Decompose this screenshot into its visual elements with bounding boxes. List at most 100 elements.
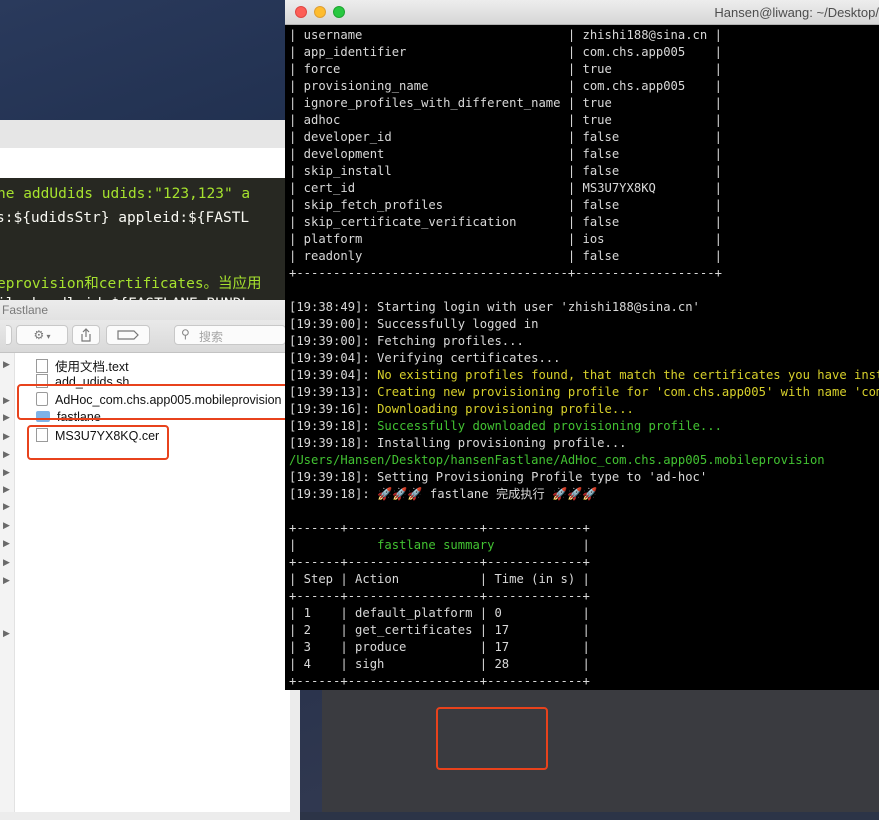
line-text: | force | true | (289, 62, 722, 76)
gear-icon: ⚙ (33, 328, 45, 342)
disclosure-arrow-icon[interactable]: ▶ (3, 431, 10, 442)
maximize-button[interactable] (333, 6, 345, 18)
line-text: /Users/Hansen/Desktop/hansenFastlane/AdH… (289, 453, 825, 467)
terminal-line: [19:39:04]: No existing profiles found, … (289, 367, 879, 384)
terminal-line: | skip_install | false | (289, 163, 722, 180)
disclosure-arrow-icon[interactable]: ▶ (3, 557, 10, 568)
tags-button[interactable] (106, 325, 150, 345)
action-gear-button[interactable]: ⚙ ▾ (16, 325, 68, 345)
disclosure-arrow-icon[interactable]: ▶ (3, 538, 10, 549)
line-text: | skip_fetch_profiles | false | (289, 198, 722, 212)
line-text: +------+------------------+-------------… (289, 521, 590, 535)
disclosure-arrow-icon[interactable]: ▶ (3, 449, 10, 460)
terminal-line: +------+------------------+-------------… (289, 554, 590, 571)
terminal-line: | development | false | (289, 146, 722, 163)
disclosure-arrow-icon[interactable]: ▶ (3, 628, 10, 639)
line-text: Downloading provisioning profile... (377, 402, 634, 416)
line-text: +------+------------------+-------------… (289, 674, 590, 688)
terminal-line: | cert_id | MS3U7YX8KQ | (289, 180, 722, 197)
line-text: | developer_id | false | (289, 130, 722, 144)
line-text: | platform | ios | (289, 232, 722, 246)
disclosure-arrow-icon[interactable]: ▶ (3, 501, 10, 512)
editor-address-bar[interactable] (0, 148, 300, 179)
line-text: [19:39:18]: Setting Provisioning Profile… (289, 470, 708, 484)
finder-sidebar: ▶ ▶ ▶ ▶ ▶ ▶ ▶ ▶ ▶ ▶ ▶ ▶ ▶ (0, 353, 15, 812)
share-icon (81, 328, 91, 342)
line-prefix: | (289, 538, 378, 552)
line-text: +-------------------------------------+-… (289, 266, 722, 280)
disclosure-arrow-icon[interactable]: ▶ (3, 359, 10, 370)
terminal-line: | 3 | produce | 17 | (289, 639, 590, 656)
terminal-line: | app_identifier | com.chs.app005 | (289, 44, 722, 61)
disclosure-arrow-icon[interactable]: ▶ (3, 412, 10, 423)
line-text: [19:39:00]: Fetching profiles... (289, 334, 524, 348)
file-name: 使用文档.text (55, 360, 129, 374)
minimize-button[interactable] (314, 6, 326, 18)
terminal-line: [19:39:13]: Creating new provisioning pr… (289, 384, 879, 401)
terminal-line: | skip_fetch_profiles | false | (289, 197, 722, 214)
terminal-line: | ignore_profiles_with_different_name | … (289, 95, 722, 112)
terminal-line: | force | true | (289, 61, 722, 78)
editor-code-area[interactable]: ne addUdids udids:"123,123" a s:${udidsS… (0, 178, 300, 310)
terminal-line: +------+------------------+-------------… (289, 673, 590, 690)
highlight-box-timestamps (436, 707, 548, 770)
terminal-line: | fastlane summary | (289, 537, 590, 554)
line-text: | readonly | false | (289, 249, 722, 263)
code-line: s:${udidsStr} appleid:${FASTL (0, 210, 250, 226)
terminal-line: [19:39:00]: Fetching profiles... (289, 333, 524, 350)
disclosure-arrow-icon[interactable]: ▶ (3, 467, 10, 478)
close-button[interactable] (295, 6, 307, 18)
finder-titlebar: Fastlane (0, 300, 290, 320)
terminal-line: [19:39:18]: 🚀🚀🚀 fastlane 完成执行 🚀🚀🚀 (289, 486, 598, 503)
disclosure-arrow-icon[interactable]: ▶ (3, 520, 10, 531)
chevron-down-icon: ▾ (44, 332, 51, 341)
terminal-line: [19:39:18]: Installing provisioning prof… (289, 435, 627, 452)
line-text: | 2 | get_certificates | 17 | (289, 623, 590, 637)
line-text: [19:39:18]: 🚀🚀🚀 fastlane 完成执行 🚀🚀🚀 (289, 487, 598, 501)
disclosure-arrow-icon[interactable]: ▶ (3, 395, 10, 406)
disclosure-arrow-icon[interactable]: ▶ (3, 484, 10, 495)
terminal-line: +-------------------------------------+-… (289, 265, 722, 282)
line-text: No existing profiles found, that match t… (377, 368, 879, 382)
terminal-line: +------+------------------+-------------… (289, 520, 590, 537)
line-text: | 3 | produce | 17 | (289, 640, 590, 654)
line-text: | skip_certificate_verification | false … (289, 215, 722, 229)
code-line: ne addUdids udids:"123,123" a (0, 186, 251, 202)
terminal-line: | skip_certificate_verification | false … (289, 214, 722, 231)
line-text: Creating new provisioning profile for 'c… (377, 385, 879, 399)
line-text: | 1 | default_platform | 0 | (289, 606, 590, 620)
search-icon: ⚲ (181, 327, 190, 341)
line-text: | app_identifier | com.chs.app005 | (289, 45, 722, 59)
terminal-line: | 1 | default_platform | 0 | (289, 605, 590, 622)
terminal-line: [19:39:18]: Setting Provisioning Profile… (289, 469, 707, 486)
terminal-window[interactable]: Hansen@liwang: ~/Desktop/ | username | z… (285, 0, 879, 690)
terminal-line: | adhoc | true | (289, 112, 722, 129)
finder-search-field[interactable]: ⚲ 搜索 (174, 325, 286, 345)
line-prefix: [19:39:16]: (289, 402, 378, 416)
line-text: | 4 | sigh | 28 | (289, 657, 590, 671)
line-prefix: [19:39:13]: (289, 385, 378, 399)
line-text: [19:38:49]: Starting login with user 'zh… (289, 300, 700, 314)
terminal-line: | developer_id | false | (289, 129, 722, 146)
share-button[interactable] (72, 325, 100, 345)
line-text: | cert_id | MS3U7YX8KQ | (289, 181, 722, 195)
terminal-line: | 2 | get_certificates | 17 | (289, 622, 590, 639)
highlight-box-certificate (27, 425, 169, 460)
line-text: | provisioning_name | com.chs.app005 | (289, 79, 722, 93)
line-text: fastlane summary (377, 538, 495, 552)
line-text: [19:39:18]: Installing provisioning prof… (289, 436, 627, 450)
view-mode-button[interactable] (6, 325, 12, 345)
terminal-line: [19:39:00]: Successfully logged in (289, 316, 538, 333)
tag-icon (117, 330, 139, 340)
terminal-line: | username | zhishi188@sina.cn | (289, 27, 722, 44)
line-text: | adhoc | true | (289, 113, 722, 127)
disclosure-arrow-icon[interactable]: ▶ (3, 575, 10, 586)
terminal-line: [19:39:16]: Downloading provisioning pro… (289, 401, 634, 418)
line-text: | skip_install | false | (289, 164, 722, 178)
terminal-line: | provisioning_name | com.chs.app005 | (289, 78, 722, 95)
text-file-icon (36, 359, 48, 373)
file-item[interactable]: 使用文档.text (36, 356, 129, 374)
line-text: | username | zhishi188@sina.cn | (289, 28, 722, 42)
line-text: [19:39:00]: Successfully logged in (289, 317, 539, 331)
line-text: +------+------------------+-------------… (289, 589, 590, 603)
